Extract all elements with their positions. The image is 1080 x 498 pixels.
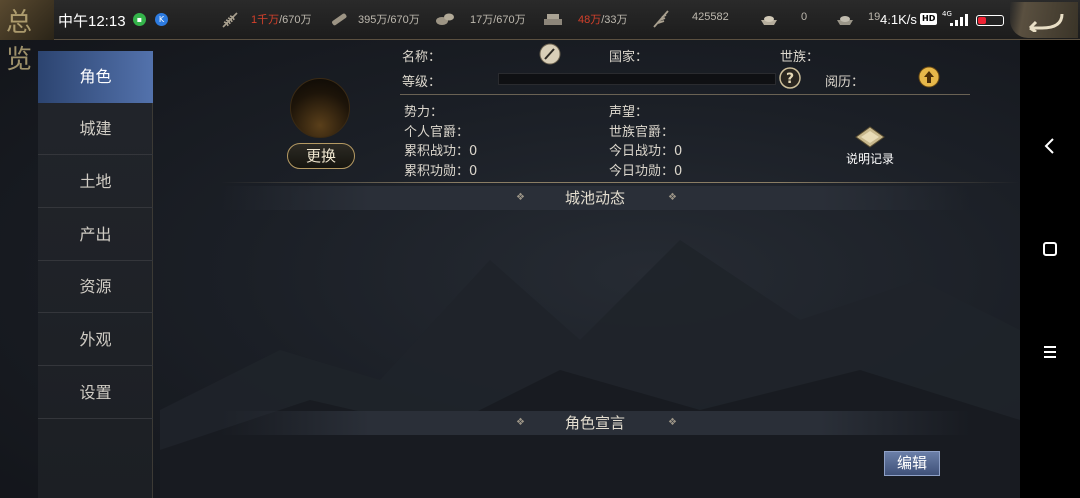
silver-ingot-icon xyxy=(837,16,853,25)
clan-rank-label: 世族官爵： xyxy=(609,125,675,140)
return-arrow-icon xyxy=(1028,13,1064,32)
resource-feather: 425582 xyxy=(692,11,729,23)
today-honor: 今日功勋：0 xyxy=(609,164,683,179)
avatar[interactable] xyxy=(290,78,350,138)
hd-badge: HD xyxy=(920,13,938,25)
today-battle-merit: 今日战功：0 xyxy=(609,144,683,159)
sidebar-item-land[interactable]: 土地 xyxy=(38,156,153,208)
ornament-icon: ❖ xyxy=(668,417,677,428)
personal-rank-label: 个人官爵： xyxy=(404,125,470,140)
level-label: 等级： xyxy=(402,75,442,90)
back-button[interactable] xyxy=(1010,2,1078,38)
gold-ingot-icon xyxy=(761,16,777,25)
ornament-icon: ❖ xyxy=(668,192,677,203)
help-icon[interactable]: ? xyxy=(779,67,801,89)
iron-icon xyxy=(544,14,562,25)
character-info-panel: 更换 名称： 国家： 世族： 等级： ? 阅历： 势力： 声望： 个人官爵： 世… xyxy=(160,40,1020,185)
name-label: 名称： xyxy=(402,50,442,65)
explain-record-label: 说明记录 xyxy=(845,152,894,166)
city-dynamics-title: 城池动态 xyxy=(564,189,625,207)
nav-back-icon[interactable] xyxy=(1038,134,1062,158)
resource-stone: 17万/670万 xyxy=(470,14,526,26)
total-battle-merit: 累积战功：0 xyxy=(404,144,478,159)
signal-bars-icon xyxy=(950,14,968,26)
network-speed: 4.1K/s xyxy=(880,12,917,27)
wheat-icon xyxy=(222,12,238,28)
edit-name-brush-icon[interactable] xyxy=(539,43,561,65)
battery-icon xyxy=(976,15,1004,26)
upgrade-arrow-icon[interactable] xyxy=(918,66,940,88)
level-progress-bar xyxy=(498,73,776,85)
nav-menu-icon[interactable] xyxy=(1038,340,1062,364)
declaration-header: ❖ 角色宣言 ❖ xyxy=(220,411,970,435)
clock-time: 中午12:13 xyxy=(58,13,126,30)
explain-record-button[interactable]: 说明记录 xyxy=(840,123,900,166)
resource-wood: 395万/670万 xyxy=(358,14,420,26)
top-status-bar: 总览 中午12:13 ▪ K 1千万/670万 395万/670万 17万/67… xyxy=(0,0,1080,75)
panel-separator xyxy=(220,182,1020,183)
system-nav-bar xyxy=(1020,40,1080,498)
edit-declaration-button[interactable]: 编辑 xyxy=(884,451,940,476)
scroll-book-icon xyxy=(855,126,885,148)
overview-corner-art: 总览 xyxy=(0,0,54,75)
prestige-label: 声望： xyxy=(609,105,649,120)
change-avatar-button[interactable]: 更换 xyxy=(287,143,355,169)
ornament-icon: ❖ xyxy=(516,192,525,203)
declaration-title: 角色宣言 xyxy=(564,414,625,432)
resource-iron: 48万/33万 xyxy=(578,14,628,26)
clan-label: 世族： xyxy=(780,50,820,65)
sidebar-item-output[interactable]: 产出 xyxy=(38,209,153,261)
total-honor: 累积功勋：0 xyxy=(404,164,478,179)
sidebar-item-city-build[interactable]: 城建 xyxy=(38,103,153,155)
power-label: 势力： xyxy=(404,105,444,120)
k-app-icon: K xyxy=(155,13,168,26)
ornament-icon: ❖ xyxy=(516,417,525,428)
sidebar-item-settings[interactable]: 设置 xyxy=(38,367,153,419)
country-label: 国家： xyxy=(609,50,649,65)
resource-wheat: 1千万/670万 xyxy=(251,14,312,26)
sidebar-item-role[interactable]: 角色 xyxy=(38,51,153,103)
feather-icon xyxy=(653,10,669,28)
stone-icon xyxy=(436,13,454,25)
sidebar-item-appearance[interactable]: 外观 xyxy=(38,314,153,366)
wood-icon xyxy=(332,13,347,26)
svg-text:?: ? xyxy=(786,71,794,87)
experience-label: 阅历： xyxy=(825,75,865,90)
nav-home-icon[interactable] xyxy=(1038,237,1062,261)
resource-gold: 0 xyxy=(801,11,808,23)
city-dynamics-header: ❖ 城池动态 ❖ xyxy=(220,186,970,210)
sidebar: 角色 城建 土地 产出 资源 外观 设置 xyxy=(38,51,153,498)
info-divider xyxy=(400,94,970,95)
sidebar-item-resources[interactable]: 资源 xyxy=(38,261,153,313)
app-notification-icon: ▪ xyxy=(133,13,146,26)
